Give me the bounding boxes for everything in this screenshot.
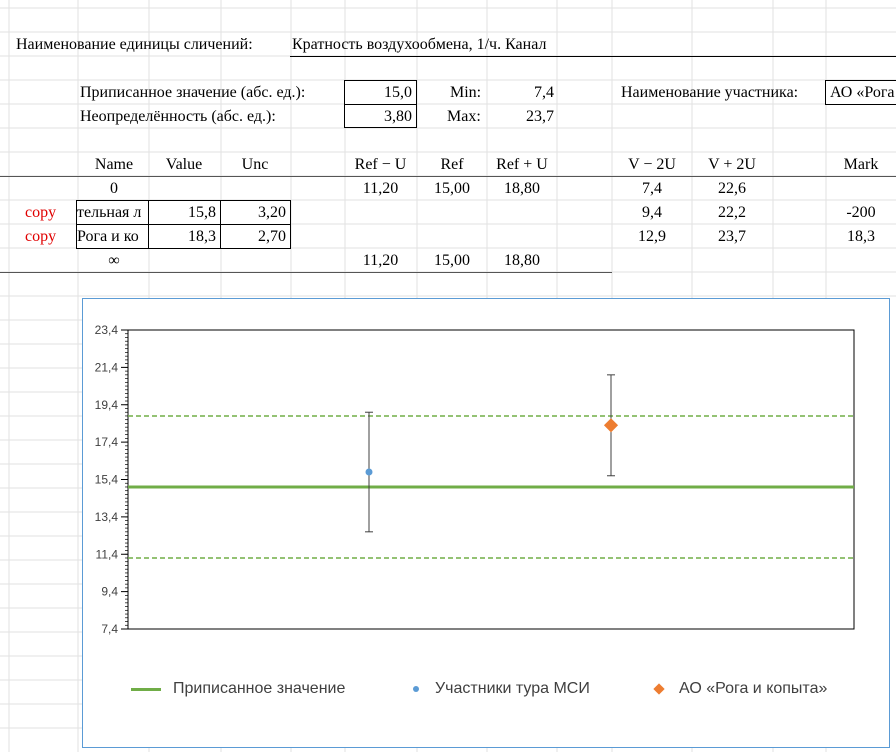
row3-ref: 15,00: [434, 252, 470, 269]
legend-assigned: Приписанное значение: [131, 679, 345, 699]
row2-name: Рога и ко: [77, 228, 139, 245]
legend-assigned-label: Приписанное значение: [173, 680, 346, 697]
chart-area[interactable]: 23,4 21,4 19,4 17,4 15,4 13,4 11,4 9,4 7,4 Припи…: [82, 298, 890, 748]
row0-v-plus-2u: 22,6: [718, 180, 746, 197]
col-header-ref-plus-u: Ref + U: [496, 156, 548, 173]
uncertainty-label: Неопределённость (абс. ед.):: [80, 108, 276, 125]
y-tick-label: 23,4: [95, 323, 119, 337]
y-tick-label: 9,4: [101, 585, 118, 599]
y-tick-label: 11,4: [96, 547, 119, 561]
row2-name-cell[interactable]: Рога и ко: [76, 224, 149, 249]
row0-v-minus-2u: 7,4: [642, 180, 662, 197]
col-header-name: Name: [94, 156, 134, 173]
y-tick-label: 21,4: [95, 360, 119, 374]
plot-area: [127, 329, 855, 630]
col-header-ref: Ref: [440, 156, 464, 173]
legend-participants: Участники тура МСИ: [413, 679, 590, 699]
assigned-label: Приписанное значение (абс. ед.):: [80, 84, 306, 101]
row3-ref-minus-u: 11,20: [362, 252, 399, 269]
uncertainty-value: 3,80: [384, 108, 412, 125]
min-label: Min:: [450, 84, 482, 101]
row0-name: 0: [110, 180, 118, 197]
row2-unc: 2,70: [258, 228, 286, 245]
row3-separator: [0, 272, 612, 273]
max-label: Max:: [447, 108, 481, 125]
row1-name-cell[interactable]: тельная л: [76, 200, 149, 225]
row3-ref-plus-u: 18,80: [504, 252, 540, 269]
row2-v-minus-2u: 12,9: [638, 228, 666, 245]
col-header-unc: Unc: [241, 156, 269, 173]
y-tick-label: 17,4: [95, 435, 119, 449]
participant-value: АО «Рога: [830, 84, 895, 101]
legend-diamond-orange: [653, 683, 665, 695]
row3-name: ∞: [108, 252, 120, 269]
row2-value: 18,3: [188, 228, 216, 245]
assigned-value: 15,0: [384, 84, 412, 101]
legend-company: АО «Рога и копыта»: [653, 679, 828, 699]
col-header-ref-minus-u: Ref − U: [354, 156, 407, 173]
unit-value-underline: [290, 56, 896, 57]
row2-mark: 18,3: [847, 228, 875, 245]
col-header-mark: Mark: [843, 156, 879, 173]
row1-copy-link[interactable]: copy: [25, 203, 56, 223]
row1-mark: -200: [846, 204, 876, 221]
col-header-v-minus-2u: V − 2U: [628, 156, 676, 173]
participant-value-cell[interactable]: АО «Рога: [825, 80, 896, 105]
row1-v-plus-2u: 22,2: [718, 204, 746, 221]
y-tick-label: 7,4: [101, 622, 118, 636]
max-value: 23,7: [526, 108, 554, 125]
header-separator: [0, 176, 896, 177]
row2-copy-link[interactable]: copy: [25, 227, 56, 247]
row2-v-plus-2u: 23,7: [718, 228, 746, 245]
row1-name: тельная л: [77, 204, 142, 221]
legend-participants-label: Участники тура МСИ: [435, 680, 590, 697]
row1-v-minus-2u: 9,4: [642, 204, 662, 221]
y-tick-label: 15,4: [95, 473, 119, 487]
row0-ref: 15,00: [434, 180, 470, 197]
y-tick-label: 13,4: [95, 510, 119, 524]
row1-value: 15,8: [188, 204, 216, 221]
participant-label: Наименование участника:: [621, 84, 799, 101]
row0-ref-plus-u: 18,80: [504, 180, 540, 197]
row1-unc: 3,20: [258, 204, 286, 221]
unit-label: Наименование единицы сличений:: [16, 36, 253, 53]
col-header-v-plus-2u: V + 2U: [708, 156, 756, 173]
participant-point: [365, 468, 373, 476]
legend-dot-blue: [413, 686, 419, 693]
min-value: 7,4: [534, 84, 554, 101]
legend-company-label: АО «Рога и копыта»: [679, 680, 828, 697]
col-header-value: Value: [165, 156, 203, 173]
row0-ref-minus-u: 11,20: [362, 180, 399, 197]
y-tick-label: 19,4: [95, 398, 119, 412]
legend-line-green: [131, 687, 161, 691]
unit-value[interactable]: Кратность воздухообмена, 1/ч. Канал: [292, 35, 546, 55]
